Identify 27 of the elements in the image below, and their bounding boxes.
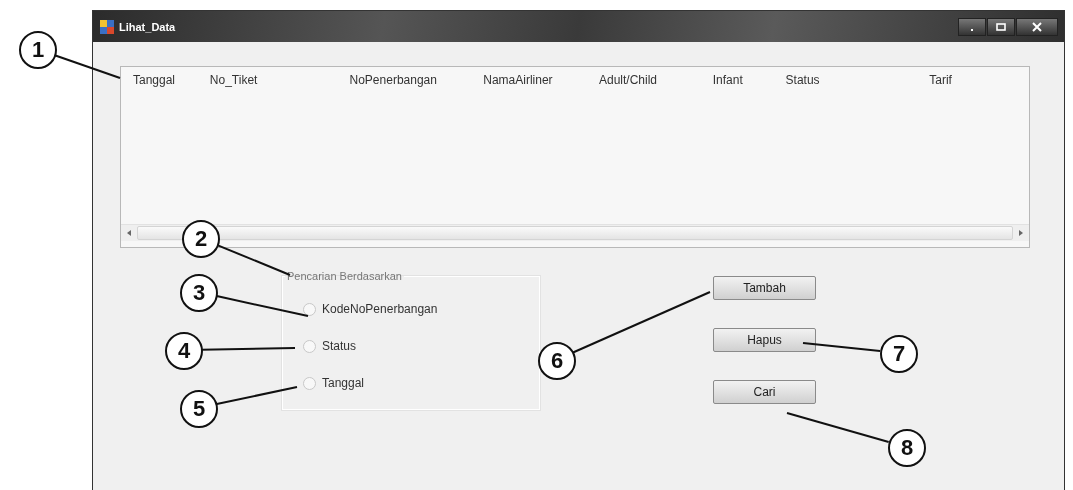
column-header[interactable]: Tanggal [133, 73, 210, 87]
action-button[interactable]: Tambah [713, 276, 816, 300]
radio-option[interactable]: KodeNoPenerbangan [303, 302, 539, 316]
window-title: Lihat_Data [119, 20, 176, 33]
column-header[interactable]: Tarif [929, 73, 1029, 87]
column-header[interactable]: Status [785, 73, 930, 87]
close-icon [1031, 20, 1043, 33]
radio-button[interactable] [303, 339, 316, 353]
app-icon [99, 18, 115, 35]
column-header[interactable]: Adult/Child [598, 73, 713, 87]
radio-option[interactable]: Tanggal [303, 376, 539, 390]
group-title: Pencarian Berdasarkan [286, 270, 403, 282]
close-button[interactable] [1016, 17, 1058, 36]
action-button[interactable]: Cari [713, 380, 816, 404]
radio-button[interactable] [303, 302, 316, 316]
column-header[interactable]: NamaAirliner [483, 73, 599, 87]
column-header[interactable]: Infant [712, 73, 786, 87]
radio-button[interactable] [303, 376, 316, 390]
leader-line [53, 53, 121, 79]
radio-option[interactable]: Status [303, 339, 539, 353]
column-header[interactable]: NoPenerbangan [349, 73, 484, 87]
minimize-button[interactable] [958, 17, 986, 36]
maximize-icon [995, 20, 1007, 33]
callout-number: 1 [19, 31, 57, 69]
column-header[interactable]: No_Tiket [209, 73, 350, 87]
maximize-button[interactable] [987, 17, 1015, 36]
action-button[interactable]: Hapus [713, 328, 816, 352]
